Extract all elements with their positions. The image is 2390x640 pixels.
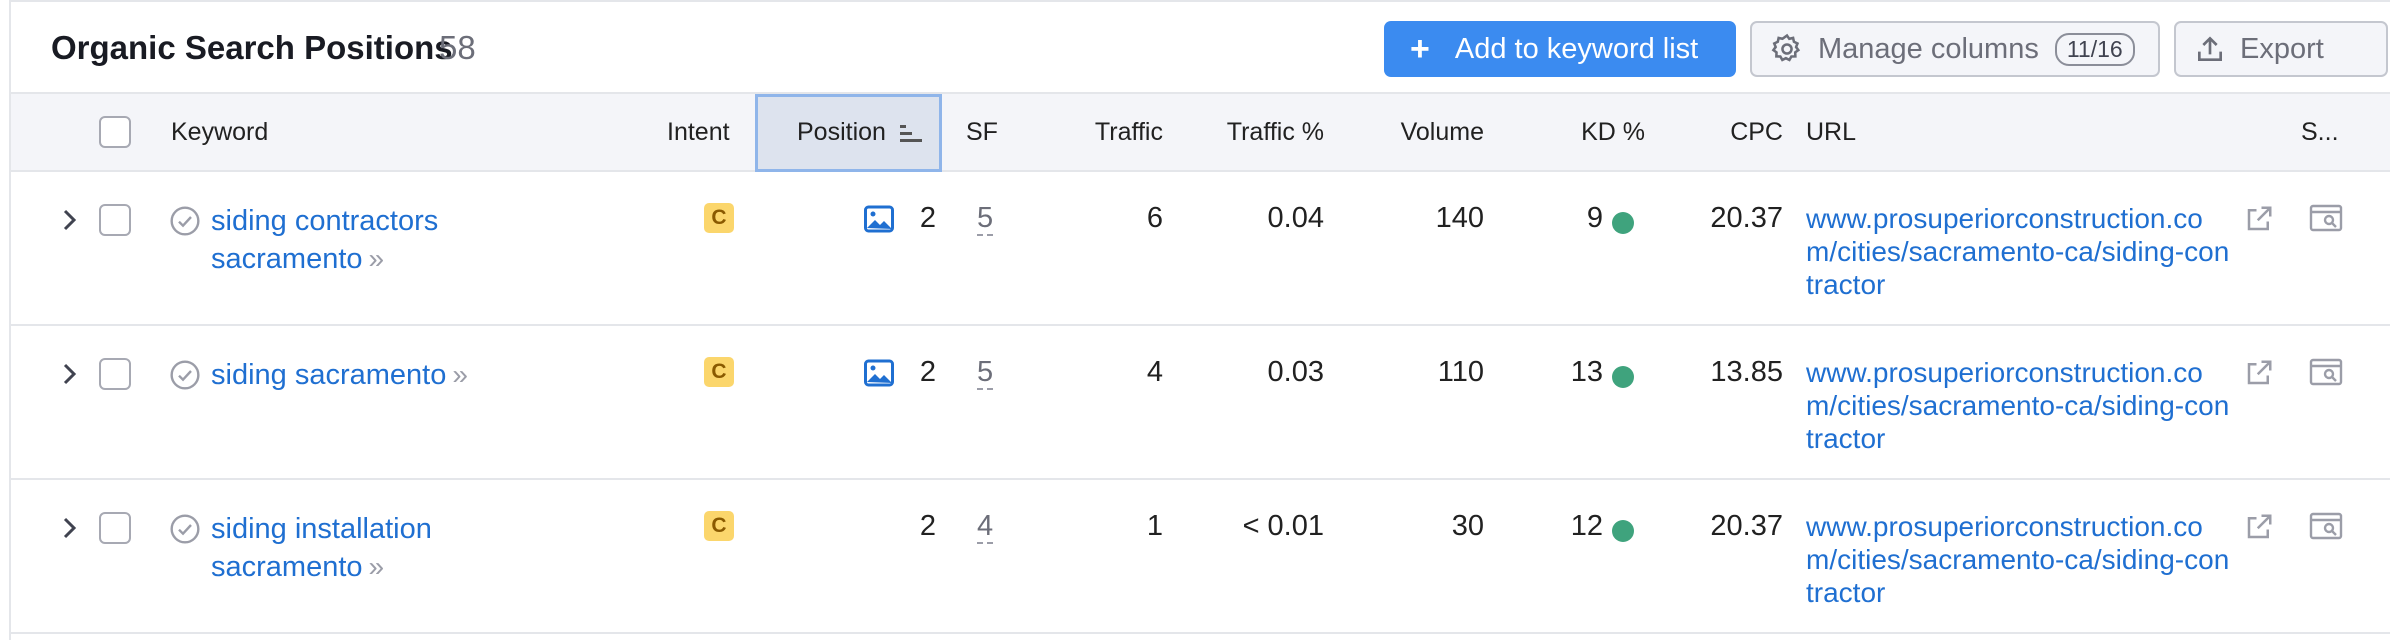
chevron-right-icon[interactable]: [61, 208, 79, 232]
position-value: 2: [919, 202, 936, 234]
col-volume[interactable]: Volume: [1351, 118, 1484, 147]
export-label: Export: [2240, 32, 2324, 65]
position-value: 2: [919, 356, 936, 388]
table-row: siding contractors sacramento» C 2 5 6 0…: [11, 172, 2390, 326]
serp-features-count[interactable]: 5: [977, 202, 994, 236]
image-feature-icon: [864, 205, 894, 233]
col-kd[interactable]: KD %: [1531, 118, 1645, 147]
table-row: siding installation sacramento» C 2 4 1 …: [11, 480, 2390, 634]
row-checkbox[interactable]: [99, 512, 131, 544]
intent-badge: C: [704, 511, 734, 541]
double-chevron-icon[interactable]: »: [369, 551, 385, 582]
row-checkbox[interactable]: [99, 358, 131, 390]
double-chevron-icon[interactable]: »: [369, 243, 385, 274]
traffic-value: 6: [1146, 202, 1163, 234]
check-circle-icon: [170, 514, 200, 544]
add-button-label: Add to keyword list: [1454, 32, 1699, 65]
page-title: Organic Search Positions: [51, 29, 453, 66]
col-position-label: Position: [797, 118, 886, 146]
gear-icon: [1771, 33, 1801, 62]
keyword-link[interactable]: siding installation sacramento»: [211, 510, 521, 586]
table-header: Keyword Intent Position SF Traffic Traff…: [11, 92, 2390, 172]
cpc-value: 13.85: [1710, 356, 1783, 388]
col-traffic-pct[interactable]: Traffic %: [1176, 118, 1324, 147]
col-url[interactable]: URL: [1806, 118, 1856, 147]
panel-header: Organic Search Positions 58 + Add to key…: [11, 2, 2390, 92]
kd-difficulty-dot: [1612, 366, 1634, 388]
url-link[interactable]: www.prosuperiorconstruction.com/cities/s…: [1806, 510, 2231, 609]
volume-value: 140: [1435, 202, 1484, 234]
kd-difficulty-dot: [1612, 212, 1634, 234]
url-link[interactable]: www.prosuperiorconstruction.com/cities/s…: [1806, 356, 2231, 455]
serp-features-count[interactable]: 5: [977, 356, 994, 390]
row-checkbox[interactable]: [99, 204, 131, 236]
kd-value: 9: [1586, 202, 1603, 234]
manage-columns-button[interactable]: Manage columns 11/16: [1750, 21, 2160, 77]
serp-features-count[interactable]: 4: [977, 510, 994, 544]
table-row: siding sacramento» C 2 5 4 0.03 110 13 1…: [11, 326, 2390, 480]
external-link-icon[interactable]: [2244, 512, 2274, 542]
double-chevron-icon[interactable]: »: [452, 359, 468, 390]
manage-columns-label: Manage columns: [1818, 32, 2039, 65]
kd-value: 13: [1570, 356, 1603, 388]
keyword-link[interactable]: siding contractors sacramento»: [211, 202, 521, 278]
col-sf[interactable]: SF: [966, 118, 998, 147]
position-value: 2: [919, 510, 936, 542]
chevron-right-icon[interactable]: [61, 362, 79, 386]
kd-value: 12: [1570, 510, 1603, 542]
cpc-value: 20.37: [1710, 510, 1783, 542]
volume-value: 30: [1451, 510, 1484, 542]
columns-count-badge: 11/16: [2054, 32, 2135, 66]
organic-positions-panel: Organic Search Positions 58 + Add to key…: [9, 0, 2390, 640]
cpc-value: 20.37: [1710, 202, 1783, 234]
external-link-icon[interactable]: [2244, 204, 2274, 234]
serp-snapshot-icon[interactable]: [2309, 204, 2343, 232]
col-intent[interactable]: Intent: [667, 118, 730, 147]
col-traffic[interactable]: Traffic: [1051, 118, 1163, 147]
url-link[interactable]: www.prosuperiorconstruction.com/cities/s…: [1806, 202, 2231, 301]
chevron-right-icon[interactable]: [61, 516, 79, 540]
intent-badge: C: [704, 203, 734, 233]
volume-value: 110: [1437, 356, 1484, 388]
plus-icon: +: [1410, 30, 1430, 68]
keyword-link[interactable]: siding sacramento»: [211, 356, 521, 394]
export-button[interactable]: Export: [2174, 21, 2388, 77]
col-position-sorted[interactable]: Position: [755, 94, 942, 172]
external-link-icon[interactable]: [2244, 358, 2274, 388]
col-keyword[interactable]: Keyword: [171, 118, 268, 147]
traffic-value: 4: [1146, 356, 1163, 388]
col-cpc[interactable]: CPC: [1671, 118, 1783, 147]
select-all-checkbox[interactable]: [99, 116, 131, 148]
results-count: 58: [439, 29, 476, 66]
col-serp[interactable]: S...: [2301, 118, 2339, 147]
add-to-keyword-list-button[interactable]: + Add to keyword list: [1384, 21, 1736, 77]
traffic-pct-value: 0.04: [1267, 202, 1324, 234]
check-circle-icon: [170, 360, 200, 390]
serp-snapshot-icon[interactable]: [2309, 358, 2343, 386]
traffic-pct-value: 0.03: [1267, 356, 1324, 388]
traffic-pct-value: < 0.01: [1242, 510, 1324, 542]
sort-descending-icon: [900, 125, 922, 142]
serp-snapshot-icon[interactable]: [2309, 512, 2343, 540]
intent-badge: C: [704, 357, 734, 387]
kd-difficulty-dot: [1612, 520, 1634, 542]
check-circle-icon: [170, 206, 200, 236]
image-feature-icon: [864, 359, 894, 387]
traffic-value: 1: [1146, 510, 1163, 542]
upload-icon: [2198, 36, 2222, 61]
